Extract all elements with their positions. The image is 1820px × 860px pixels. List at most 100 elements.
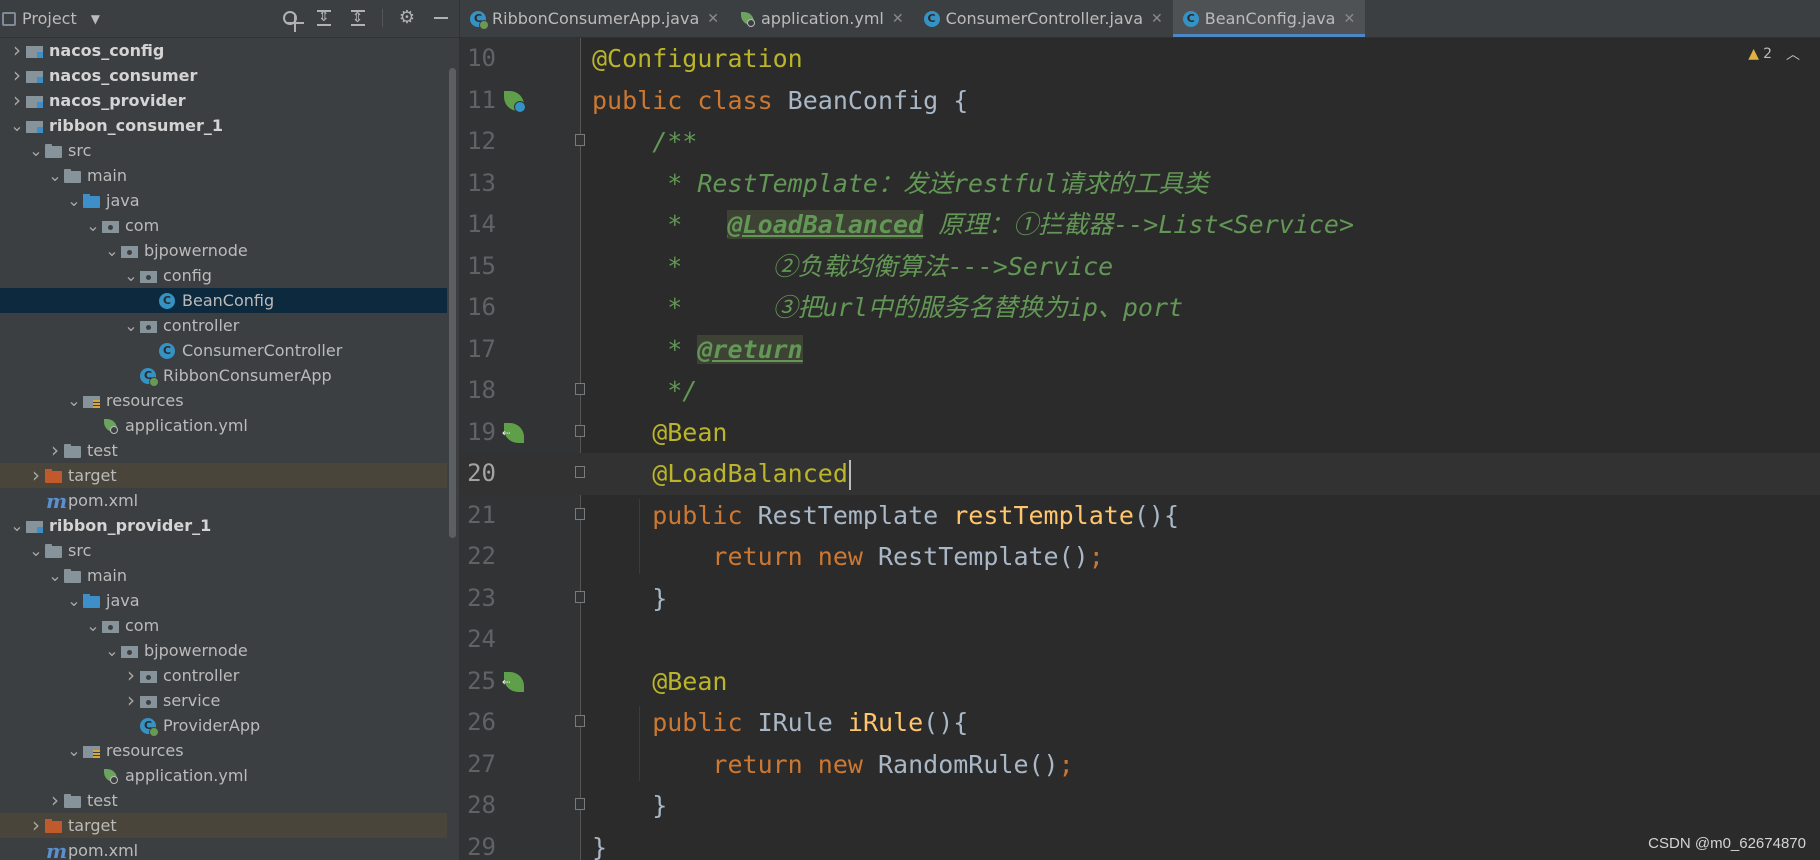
chevron-down-icon[interactable]: ▼ bbox=[91, 12, 100, 26]
tree-item[interactable]: ⌄ src bbox=[0, 138, 447, 163]
tree-item[interactable]: ⌄ com bbox=[0, 613, 447, 638]
close-icon[interactable]: ✕ bbox=[1343, 11, 1355, 27]
tree-item[interactable]: ⌄ controller bbox=[0, 313, 447, 338]
fold-marker-icon[interactable] bbox=[573, 383, 587, 397]
chevron-right-icon[interactable]: › bbox=[27, 813, 45, 838]
code-line[interactable]: 26 public IRule iRule(){ bbox=[460, 702, 1820, 744]
chevron-right-icon[interactable]: › bbox=[46, 438, 64, 463]
tree-item[interactable]: ⌄ resources bbox=[0, 738, 447, 763]
chevron-right-icon[interactable]: › bbox=[8, 38, 26, 63]
code-line[interactable]: 17 * @return bbox=[460, 329, 1820, 371]
fold-marker-icon[interactable] bbox=[573, 466, 587, 480]
code-line[interactable]: 29} bbox=[460, 827, 1820, 860]
chevron-down-icon[interactable]: ⌄ bbox=[65, 592, 83, 608]
tree-item[interactable]: ⌄ ribbon_provider_1 bbox=[0, 513, 447, 538]
code-line[interactable]: 16 * ③把url中的服务名替换为ip、port bbox=[460, 287, 1820, 329]
code-line[interactable]: 19 @Bean bbox=[460, 412, 1820, 454]
inspection-widget[interactable]: ▲ 2 ︿ bbox=[1748, 44, 1800, 64]
code-line[interactable]: 28 } bbox=[460, 785, 1820, 827]
chevron-down-icon[interactable]: ⌄ bbox=[65, 192, 83, 208]
tree-item[interactable]: › service bbox=[0, 688, 447, 713]
tree-item[interactable]: › test bbox=[0, 438, 447, 463]
tree-item[interactable]: ⌄ main bbox=[0, 163, 447, 188]
chevron-right-icon[interactable]: › bbox=[122, 688, 140, 713]
tree-item[interactable]: ⌄ resources bbox=[0, 388, 447, 413]
tree-item[interactable]: › nacos_config bbox=[0, 38, 447, 63]
scrollbar-thumb[interactable] bbox=[449, 68, 456, 538]
chevron-right-icon[interactable]: › bbox=[27, 463, 45, 488]
editor-tab[interactable]: application.yml ✕ bbox=[729, 0, 914, 37]
fold-marker-icon[interactable] bbox=[573, 798, 587, 812]
fold-marker-icon[interactable] bbox=[573, 590, 587, 605]
code-line[interactable]: 15 * ②负载均衡算法--->Service bbox=[460, 246, 1820, 288]
tree-item[interactable]: ⌄ src bbox=[0, 538, 447, 563]
fold-marker-icon[interactable] bbox=[573, 134, 587, 148]
tree-item[interactable]: › controller bbox=[0, 663, 447, 688]
bean-icon[interactable] bbox=[502, 421, 526, 445]
fold-marker-icon[interactable] bbox=[573, 424, 587, 439]
code-line[interactable]: 27 return new RandomRule(); bbox=[460, 744, 1820, 786]
tree-item[interactable]: ⌄ com bbox=[0, 213, 447, 238]
project-title[interactable]: Project bbox=[22, 9, 77, 28]
code-line[interactable]: 22 return new RestTemplate(); bbox=[460, 536, 1820, 578]
chevron-down-icon[interactable]: ⌄ bbox=[122, 267, 140, 283]
tree-item[interactable]: ›application.yml bbox=[0, 763, 447, 788]
chevron-down-icon[interactable]: ⌄ bbox=[8, 117, 26, 133]
chevron-down-icon[interactable]: ⌄ bbox=[65, 392, 83, 408]
code-line[interactable]: 23 } bbox=[460, 578, 1820, 620]
chevron-right-icon[interactable]: › bbox=[8, 88, 26, 113]
editor-tab[interactable]: RibbonConsumerApp.java ✕ bbox=[460, 0, 729, 37]
code-line[interactable]: 25 @Bean bbox=[460, 661, 1820, 703]
code-line[interactable]: 20 @LoadBalanced bbox=[460, 453, 1820, 495]
fold-marker-icon[interactable] bbox=[573, 715, 587, 729]
tree-item[interactable]: › target bbox=[0, 813, 447, 838]
code-line[interactable]: 10 @Configuration bbox=[460, 38, 1820, 80]
close-icon[interactable]: ✕ bbox=[1151, 11, 1163, 27]
chevron-down-icon[interactable]: ⌄ bbox=[103, 642, 121, 658]
tree-item[interactable]: ›ConsumerController bbox=[0, 338, 447, 363]
expand-all-icon[interactable] bbox=[314, 8, 334, 28]
editor-tab[interactable]: ConsumerController.java ✕ bbox=[914, 0, 1173, 37]
chevron-up-icon[interactable]: ︿ bbox=[1786, 44, 1800, 64]
code-editor[interactable]: 10 @Configuration 11 public class BeanConfi… bbox=[460, 38, 1820, 860]
chevron-right-icon[interactable]: › bbox=[122, 663, 140, 688]
chevron-down-icon[interactable]: ⌄ bbox=[84, 217, 102, 233]
code-line[interactable]: 11 public class BeanConfig { bbox=[460, 80, 1820, 122]
chevron-down-icon[interactable]: ⌄ bbox=[103, 242, 121, 258]
tree-item[interactable]: ›ProviderApp bbox=[0, 713, 447, 738]
tree-item[interactable]: › nacos_provider bbox=[0, 88, 447, 113]
select-opened-file-icon[interactable] bbox=[283, 11, 304, 32]
chevron-down-icon[interactable]: ⌄ bbox=[27, 542, 45, 558]
chevron-down-icon[interactable]: ⌄ bbox=[46, 567, 64, 583]
gear-icon[interactable]: ⚙ bbox=[397, 8, 417, 28]
close-icon[interactable]: ✕ bbox=[707, 11, 719, 27]
bean-class-icon[interactable] bbox=[502, 89, 526, 113]
tree-item[interactable]: ›RibbonConsumerApp bbox=[0, 363, 447, 388]
tree-item[interactable]: ⌄ java bbox=[0, 188, 447, 213]
chevron-down-icon[interactable]: ⌄ bbox=[65, 742, 83, 758]
tree-item[interactable]: ›BeanConfig bbox=[0, 288, 447, 313]
code-line[interactable]: 14 * @LoadBalanced 原理：①拦截器-->List<Servic… bbox=[460, 204, 1820, 246]
tree-item[interactable]: ⌄ java bbox=[0, 588, 447, 613]
tree-item[interactable]: › target bbox=[0, 463, 447, 488]
chevron-right-icon[interactable]: › bbox=[46, 788, 64, 813]
chevron-right-icon[interactable]: › bbox=[8, 63, 26, 88]
editor-tab[interactable]: BeanConfig.java ✕ bbox=[1172, 0, 1366, 37]
tree-item[interactable]: ›pom.xml bbox=[0, 838, 447, 860]
tree-item[interactable]: › test bbox=[0, 788, 447, 813]
tree-item[interactable]: ⌄ bjpowernode bbox=[0, 638, 447, 663]
tree-item[interactable]: ⌄ config bbox=[0, 263, 447, 288]
hide-panel-icon[interactable] bbox=[431, 8, 451, 28]
tree-item[interactable]: ⌄ bjpowernode bbox=[0, 238, 447, 263]
code-line[interactable]: 13 * RestTemplate：发送restful请求的工具类 bbox=[460, 163, 1820, 205]
collapse-all-icon[interactable] bbox=[348, 8, 368, 28]
tree-item[interactable]: ›pom.xml bbox=[0, 488, 447, 514]
chevron-down-icon[interactable]: ⌄ bbox=[122, 317, 140, 333]
chevron-down-icon[interactable]: ⌄ bbox=[46, 167, 64, 183]
tree-scrollbar[interactable] bbox=[447, 38, 457, 860]
tree-item[interactable]: ⌄ ribbon_consumer_1 bbox=[0, 113, 447, 138]
chevron-down-icon[interactable]: ⌄ bbox=[27, 142, 45, 158]
code-line[interactable]: 18 */ bbox=[460, 370, 1820, 412]
tree-item[interactable]: ⌄ main bbox=[0, 563, 447, 588]
code-line[interactable]: 21 public RestTemplate restTemplate(){ bbox=[460, 495, 1820, 537]
